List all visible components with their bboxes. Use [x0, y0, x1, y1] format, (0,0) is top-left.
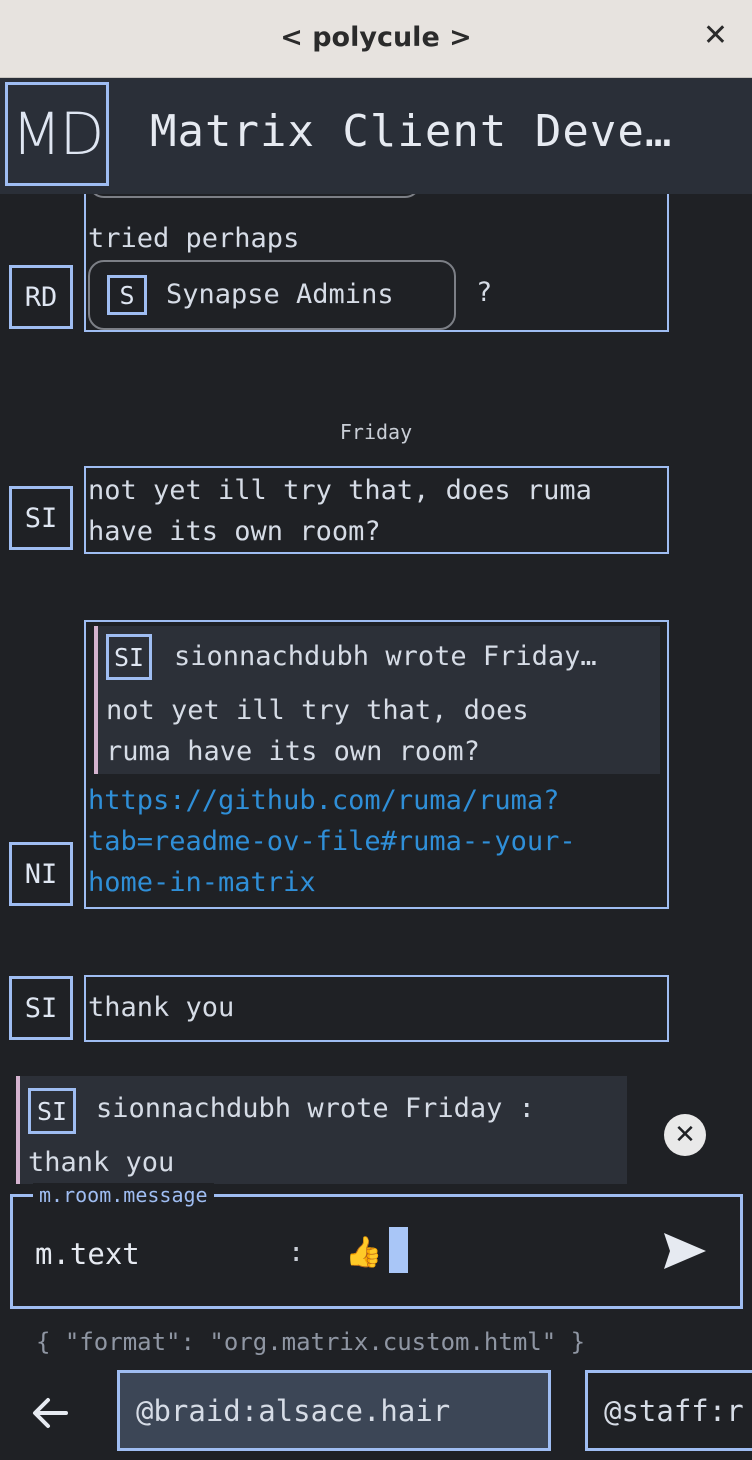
- room-mention-pill-partial[interactable]: [88, 194, 421, 198]
- room-header: MD Matrix Client Deve…: [0, 78, 752, 194]
- back-arrow-icon[interactable]: [30, 1393, 70, 1433]
- mention-avatar: S: [107, 275, 147, 315]
- msgtype-key: m.text: [35, 1237, 140, 1271]
- message-bubble[interactable]: tried perhaps S Synapse Admins ?: [84, 194, 669, 332]
- reply-avatar: SI: [28, 1088, 76, 1134]
- message-bubble[interactable]: thank you: [84, 975, 669, 1042]
- mention-label: Synapse Admins: [166, 279, 394, 310]
- key-value-separator: :: [288, 1237, 305, 1268]
- quote-text-line: not yet ill try that, does: [106, 695, 529, 726]
- room-mention-pill[interactable]: S Synapse Admins: [88, 260, 456, 330]
- window-titlebar: < polycule > ✕: [0, 0, 752, 78]
- sender-avatar[interactable]: SI: [9, 976, 73, 1040]
- message-text-line: not yet ill try that, does ruma: [88, 475, 592, 506]
- message-input[interactable]: 👍: [345, 1235, 382, 1270]
- window-title: < polycule >: [280, 22, 472, 53]
- message-suffix: ?: [476, 277, 493, 308]
- room-avatar[interactable]: MD: [5, 82, 109, 186]
- message-link[interactable]: home-in-matrix: [88, 862, 316, 903]
- send-icon[interactable]: [662, 1231, 708, 1271]
- sender-avatar[interactable]: NI: [9, 842, 73, 906]
- format-json: { "format": "org.matrix.custom.html" }: [36, 1328, 586, 1356]
- reply-header: sionnachdubh wrote Friday :: [96, 1093, 535, 1124]
- sender-avatar[interactable]: SI: [9, 486, 73, 550]
- sender-avatar[interactable]: RD: [9, 265, 73, 329]
- message-link[interactable]: https://github.com/ruma/ruma?: [88, 780, 559, 821]
- account-tab[interactable]: @staff:r: [585, 1370, 752, 1451]
- reply-preview[interactable]: SI sionnachdubh wrote Friday : thank you: [16, 1076, 627, 1184]
- message-text: tried perhaps: [88, 223, 300, 254]
- quote-avatar: SI: [106, 634, 152, 680]
- close-window-button[interactable]: ✕: [703, 18, 728, 53]
- message-composer[interactable]: m.room.message m.text : 👍: [10, 1183, 743, 1309]
- cancel-reply-icon[interactable]: ✕: [664, 1114, 706, 1156]
- message-link[interactable]: tab=readme-ov-file#ruma--your-: [88, 821, 576, 862]
- text-cursor: [389, 1227, 408, 1273]
- message-text: thank you: [88, 992, 235, 1023]
- quote-text-line: ruma have its own room?: [106, 736, 480, 767]
- message-timeline[interactable]: tried perhaps S Synapse Admins ? RD Frid…: [0, 194, 752, 1184]
- quoted-message[interactable]: SI sionnachdubh wrote Friday… not yet il…: [94, 626, 660, 774]
- account-tab[interactable]: @braid:alsace.hair: [117, 1370, 551, 1451]
- room-name[interactable]: Matrix Client Deve…: [150, 106, 672, 157]
- quote-header: sionnachdubh wrote Friday…: [174, 641, 597, 672]
- reply-text: thank you: [28, 1147, 175, 1178]
- date-separator: Friday: [339, 420, 413, 444]
- message-bubble[interactable]: not yet ill try that, does ruma have its…: [84, 466, 669, 554]
- event-type-label: m.room.message: [33, 1183, 214, 1207]
- message-bubble[interactable]: SI sionnachdubh wrote Friday… not yet il…: [84, 620, 669, 909]
- message-text-line: have its own room?: [88, 516, 381, 547]
